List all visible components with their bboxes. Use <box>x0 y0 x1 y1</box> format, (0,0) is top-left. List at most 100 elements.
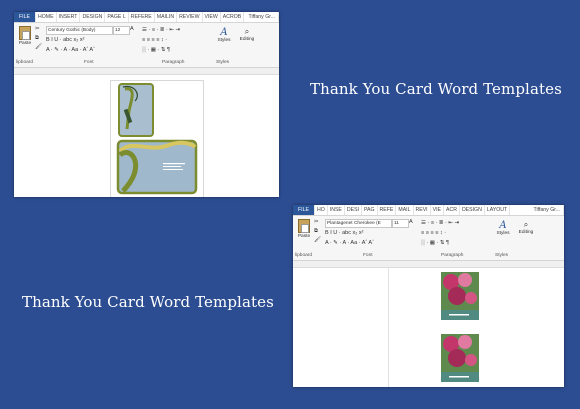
color-row[interactable]: A · ✎ · A · Aa · Aˆ Aˇ <box>46 47 95 53</box>
styles-button[interactable]: A Styles <box>214 27 234 43</box>
grow-font-icon[interactable]: A <box>409 219 413 225</box>
paste-label: Paste <box>18 41 32 46</box>
document-area[interactable] <box>14 75 279 197</box>
tab-home[interactable]: HOME <box>35 12 57 22</box>
group-paragraph-label: Paragraph <box>441 253 464 258</box>
tab-review[interactable]: REVIEW <box>177 12 203 22</box>
grow-font-icon[interactable]: A <box>130 26 134 32</box>
cut-icon[interactable]: ✂ <box>35 26 40 32</box>
ribbon-home: Paste ✂ ⧉ 🖌 Century Gothic (Body) 12 A B… <box>14 23 279 68</box>
format-row[interactable]: B I U · abc x₂ x² <box>46 37 85 43</box>
format-painter-icon[interactable]: 🖌 <box>35 44 42 50</box>
group-paragraph-label: Paragraph <box>162 60 185 65</box>
binoculars-icon: ⌕ <box>244 27 250 36</box>
paste-button[interactable]: Paste <box>297 219 311 239</box>
tab-table-design[interactable]: DESIGN <box>460 205 485 215</box>
ribbon-home: Paste ✂ ⧉ 🖌 Plantagenet Cherokee (E 11 A… <box>293 216 564 261</box>
font-size-box[interactable]: 11 <box>392 219 409 228</box>
user-name[interactable]: Tiffany Gr... <box>246 12 279 22</box>
page-left-edge <box>388 268 389 387</box>
word-window-screenshot-2: FILE HO INSE DESI PAG REFE MAIL REVI VIE… <box>293 205 564 387</box>
group-styles-label: Styles <box>495 253 509 258</box>
tab-file[interactable]: FILE <box>293 205 315 215</box>
editing-button[interactable]: ⌕ Editing <box>237 27 257 42</box>
tab-insert[interactable]: INSERT <box>57 12 81 22</box>
clipboard-icon <box>298 219 310 233</box>
styles-label: Styles <box>496 231 510 236</box>
tab-design[interactable]: DESIGN <box>80 12 106 22</box>
blossom <box>448 349 466 367</box>
tab-view[interactable]: VIEW <box>203 12 221 22</box>
tab-page-layout[interactable]: PAGE L <box>105 12 129 22</box>
tab-view[interactable]: VIE <box>431 205 444 215</box>
blossom <box>448 287 466 305</box>
paste-button[interactable]: Paste <box>18 26 32 46</box>
card-text-line <box>163 166 181 167</box>
banner-text-line <box>449 314 469 316</box>
shading-row[interactable]: ░ · ▦ · ⇅ ¶ <box>421 240 449 246</box>
card-template-graphics <box>116 83 198 195</box>
cut-icon[interactable]: ✂ <box>314 219 319 225</box>
group-font-label: Font <box>84 60 94 65</box>
banner-text-line <box>449 376 469 378</box>
card-text-line <box>163 163 185 165</box>
tab-acrobat[interactable]: ACROB <box>221 12 245 22</box>
font-name-box[interactable]: Plantagenet Cherokee (E <box>325 219 392 228</box>
ribbon-group-labels: lipboard Font Paragraph Styles <box>293 253 564 260</box>
blossom <box>465 292 477 304</box>
ribbon-tab-bar: FILE HO INSE DESI PAG REFE MAIL REVI VIE… <box>293 205 564 216</box>
format-painter-icon[interactable]: 🖌 <box>314 237 321 243</box>
user-name[interactable]: Tiffany Gr... <box>531 205 564 215</box>
binoculars-icon: ⌕ <box>523 220 529 229</box>
card-text-line <box>163 169 183 170</box>
alignment-row[interactable]: ≡ ≡ ≡ ≡ ↕ · <box>142 37 167 43</box>
caption-bottom-left: Thank You Card Word Templates <box>22 293 274 311</box>
copy-icon[interactable]: ⧉ <box>314 228 318 235</box>
ruler[interactable] <box>14 68 279 75</box>
blossom <box>465 354 477 366</box>
alignment-row[interactable]: ≡ ≡ ≡ ≡ ↕ · <box>421 230 446 236</box>
bullets-row[interactable]: ☰ · ≡ · ≣ · ⇤ ⇥ <box>142 27 180 33</box>
styles-icon: A <box>220 27 228 38</box>
tab-page-layout[interactable]: PAG <box>362 205 378 215</box>
tab-review[interactable]: REVI <box>414 205 431 215</box>
document-area[interactable] <box>293 268 564 387</box>
group-clipboard-label: lipboard <box>16 60 34 65</box>
group-styles-label: Styles <box>216 60 230 65</box>
tab-insert[interactable]: INSE <box>328 205 345 215</box>
paste-label: Paste <box>297 234 311 239</box>
format-row[interactable]: B I U · abc x₂ x² <box>325 230 364 236</box>
color-row[interactable]: A · ✎ · A · Aa · Aˆ Aˇ <box>325 240 374 246</box>
caption-top-right: Thank You Card Word Templates <box>310 80 562 98</box>
editing-button[interactable]: ⌕ Editing <box>516 220 536 235</box>
ruler[interactable] <box>293 261 564 268</box>
tab-design[interactable]: DESI <box>345 205 362 215</box>
ribbon-tab-bar: FILE HOME INSERT DESIGN PAGE L REFERE MA… <box>14 12 279 23</box>
tab-home[interactable]: HO <box>314 205 328 215</box>
blossom <box>458 273 472 287</box>
editing-label: Editing <box>518 230 534 235</box>
clipboard-icon <box>19 26 31 40</box>
styles-icon: A <box>499 220 507 231</box>
tab-acrobat[interactable]: ACR <box>444 205 460 215</box>
styles-button[interactable]: A Styles <box>493 220 513 236</box>
blossom <box>458 335 472 349</box>
copy-icon[interactable]: ⧉ <box>35 35 39 42</box>
tab-references[interactable]: REFE <box>378 205 397 215</box>
tab-file[interactable]: FILE <box>14 12 36 22</box>
font-size-box[interactable]: 12 <box>113 26 130 35</box>
shading-row[interactable]: ░ · ▦ · ⇅ ¶ <box>142 47 170 53</box>
ribbon-group-labels: lipboard Font Paragraph Styles <box>14 60 279 67</box>
bullets-row[interactable]: ☰ · ≡ · ≣ · ⇤ ⇥ <box>421 220 459 226</box>
editing-label: Editing <box>239 37 255 42</box>
group-clipboard-label: lipboard <box>295 253 313 258</box>
document-page <box>110 80 204 197</box>
styles-label: Styles <box>217 38 231 43</box>
word-window-screenshot-1: FILE HOME INSERT DESIGN PAGE L REFERE MA… <box>14 12 279 197</box>
group-font-label: Font <box>363 253 373 258</box>
tab-mailings[interactable]: MAIL <box>396 205 414 215</box>
font-name-box[interactable]: Century Gothic (Body) <box>46 26 113 35</box>
tab-table-layout[interactable]: LAYOUT <box>485 205 511 215</box>
tab-mailings[interactable]: MAILIN <box>155 12 178 22</box>
tab-references[interactable]: REFERE <box>129 12 155 22</box>
